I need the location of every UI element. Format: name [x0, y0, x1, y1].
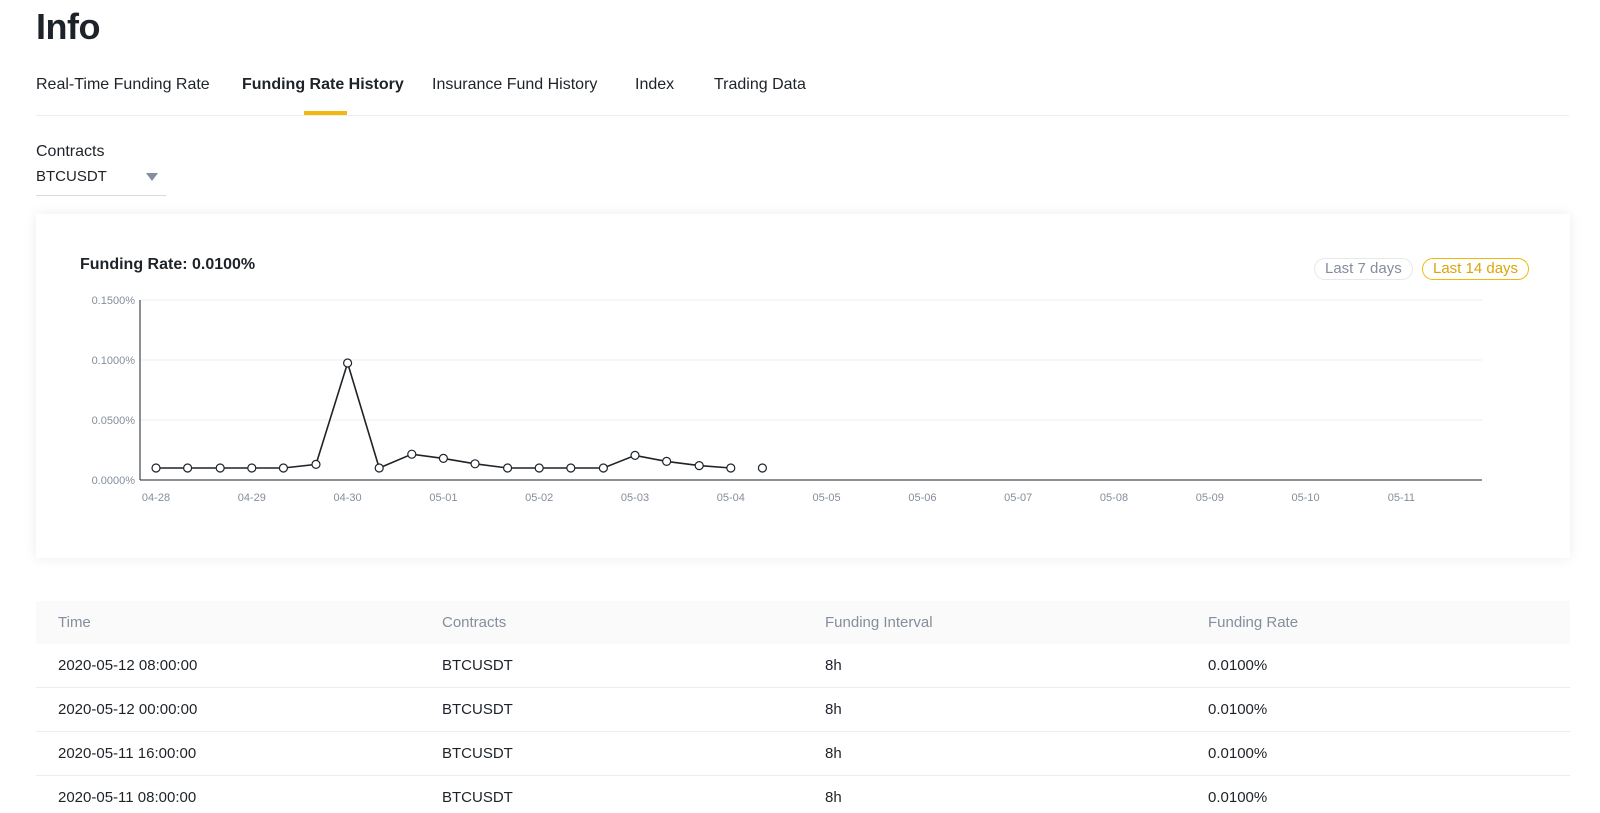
cell-contract: BTCUSDT	[442, 657, 513, 674]
cell-time: 2020-05-11 08:00:00	[58, 789, 197, 806]
y-tick-label: 0.0500%	[92, 415, 136, 427]
x-tick-label: 05-04	[717, 492, 745, 504]
cell-rate: 0.0100%	[1208, 789, 1268, 806]
cell-interval: 8h	[825, 745, 842, 762]
data-point	[662, 456, 672, 466]
data-point	[247, 463, 257, 473]
data-point	[726, 463, 736, 473]
cell-time: 2020-05-12 08:00:00	[58, 657, 198, 674]
x-tick-label: 05-11	[1388, 492, 1415, 504]
series-line	[156, 360, 731, 470]
tab-insurance-fund-history[interactable]: Insurance Fund History	[432, 76, 597, 94]
x-tick-label: 05-05	[813, 492, 841, 504]
data-point	[757, 463, 768, 473]
x-tick-label: 05-02	[525, 492, 553, 504]
data-point	[694, 461, 704, 471]
data-point	[311, 459, 321, 469]
tab-bar: Real-Time Funding Rate Funding Rate Hist…	[36, 0, 1569, 116]
x-tick-label: 04-29	[238, 492, 266, 504]
cell-interval: 8h	[825, 657, 842, 674]
x-tick-label: 05-01	[429, 492, 457, 504]
cell-time: 2020-05-12 00:00:00	[58, 701, 198, 718]
data-point	[630, 450, 640, 460]
data-point	[534, 463, 544, 473]
tab-trading-data[interactable]: Trading Data	[714, 76, 806, 94]
cell-interval: 8h	[825, 701, 842, 718]
cell-contract: BTCUSDT	[442, 789, 513, 806]
table-row: 2020-05-11 08:00:00 BTCUSDT 8h 0.0100%	[36, 776, 1570, 813]
cell-interval: 8h	[825, 789, 842, 806]
data-point	[470, 459, 480, 469]
cell-contract: BTCUSDT	[442, 745, 513, 762]
data-point	[278, 463, 289, 473]
tab-index[interactable]: Index	[635, 76, 674, 94]
active-tab-indicator	[304, 111, 347, 115]
x-tick-label: 05-09	[1196, 492, 1224, 504]
table-row: 2020-05-12 08:00:00 BTCUSDT 8h 0.0100%	[36, 644, 1570, 688]
x-tick-label: 05-08	[1100, 492, 1128, 504]
data-point	[151, 463, 161, 473]
contracts-selected-value: BTCUSDT	[36, 168, 107, 185]
header-funding-rate: Funding Rate	[1208, 614, 1299, 631]
header-time: Time	[58, 614, 91, 631]
x-tick-label: 04-28	[142, 492, 170, 504]
data-point	[438, 453, 448, 463]
funding-rate-chart-card: Funding Rate: 0.0100% Last 7 days Last 1…	[36, 214, 1570, 558]
x-tick-label: 05-06	[908, 492, 936, 504]
x-tick-label: 05-10	[1292, 492, 1320, 504]
cell-rate: 0.0100%	[1208, 701, 1268, 718]
tab-real-time-funding-rate[interactable]: Real-Time Funding Rate	[36, 76, 210, 94]
funding-rate-line-chart: 0.0000% 0.0500% 0.1000% 0.1500% 04-28 04-29 04…	[92, 295, 1482, 504]
data-point	[407, 449, 417, 459]
data-point	[183, 463, 193, 473]
y-tick-label: 0.1500%	[92, 295, 136, 307]
table-row: 2020-05-12 00:00:00 BTCUSDT 8h 0.0100%	[36, 688, 1570, 732]
contracts-select[interactable]: BTCUSDT	[36, 166, 166, 196]
data-point	[598, 463, 608, 473]
tab-funding-rate-history[interactable]: Funding Rate History	[242, 76, 404, 94]
data-point	[566, 463, 576, 473]
cell-rate: 0.0100%	[1208, 745, 1268, 762]
contracts-label: Contracts	[36, 143, 105, 160]
table-row: 2020-05-11 16:00:00 BTCUSDT 8h 0.0100%	[36, 732, 1570, 776]
cell-time: 2020-05-11 16:00:00	[58, 745, 197, 762]
x-tick-label: 05-03	[621, 492, 649, 504]
x-tick-label: 04-30	[334, 492, 362, 504]
caret-down-icon	[146, 173, 158, 181]
cell-rate: 0.0100%	[1208, 657, 1268, 674]
header-contracts: Contracts	[442, 614, 507, 631]
table-header-row: Time Contracts Funding Interval Funding …	[36, 601, 1570, 644]
data-point	[374, 463, 384, 473]
funding-history-table: Time Contracts Funding Interval Funding …	[36, 601, 1570, 813]
y-tick-label: 0.0000%	[92, 475, 136, 487]
cell-contract: BTCUSDT	[442, 701, 513, 718]
data-point	[502, 463, 513, 473]
header-funding-interval: Funding Interval	[825, 614, 933, 631]
data-point	[215, 463, 225, 473]
y-tick-label: 0.1000%	[92, 355, 136, 367]
data-point	[343, 358, 353, 368]
x-tick-label: 05-07	[1004, 492, 1032, 504]
